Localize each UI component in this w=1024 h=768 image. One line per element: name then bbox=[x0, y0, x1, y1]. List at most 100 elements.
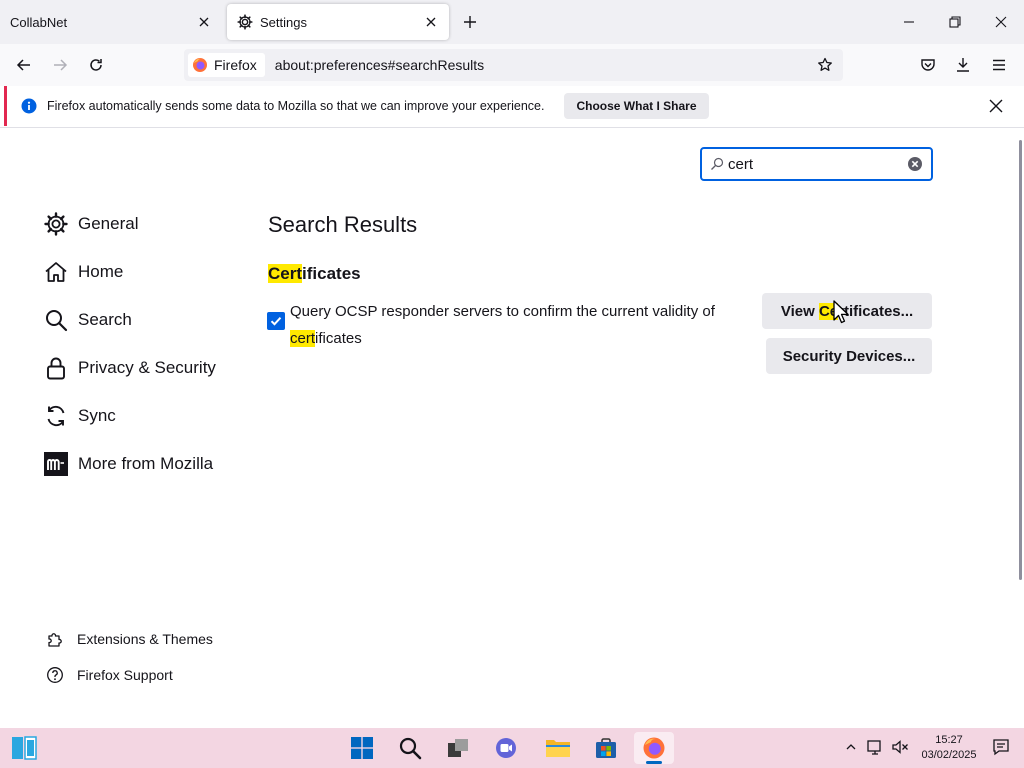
category-label: Privacy & Security bbox=[78, 358, 216, 377]
widgets-button[interactable] bbox=[4, 732, 44, 764]
clock-time: 15:27 bbox=[935, 734, 963, 746]
tab-collabnet[interactable]: CollabNet bbox=[0, 0, 222, 44]
mozilla-icon bbox=[44, 452, 68, 476]
file-explorer-button[interactable] bbox=[538, 732, 578, 764]
gear-icon bbox=[237, 14, 253, 30]
clock[interactable]: 15:27 03/02/2025 bbox=[914, 733, 984, 763]
widgets-icon bbox=[12, 736, 37, 760]
url-bar[interactable]: Firefox about:preferences#searchResults bbox=[184, 49, 843, 81]
speaker-muted-icon bbox=[892, 740, 908, 754]
close-notification-icon[interactable] bbox=[984, 94, 1008, 118]
info-icon bbox=[21, 98, 37, 114]
tab-title: Settings bbox=[260, 14, 307, 30]
download-icon bbox=[957, 58, 969, 72]
notification-bar: Firefox automatically sends some data to… bbox=[4, 86, 1020, 126]
taskbar: 15:27 03/02/2025 bbox=[0, 728, 1024, 768]
restore-button[interactable] bbox=[932, 0, 978, 44]
search-icon bbox=[710, 157, 724, 171]
mouse-pointer-icon bbox=[833, 300, 849, 324]
ocsp-checkbox[interactable] bbox=[267, 312, 285, 330]
chevron-up-icon bbox=[846, 744, 856, 750]
scrollbar[interactable] bbox=[1019, 140, 1022, 580]
task-view-button[interactable] bbox=[438, 732, 478, 764]
url-text[interactable]: about:preferences#searchResults bbox=[275, 57, 811, 73]
category-privacy-security[interactable]: Privacy & Security bbox=[44, 356, 216, 380]
search-value[interactable]: cert bbox=[728, 156, 907, 173]
category-search[interactable]: Search bbox=[44, 308, 132, 332]
close-window-button[interactable] bbox=[978, 0, 1024, 44]
category-label: Sync bbox=[78, 406, 116, 425]
close-tab-icon[interactable] bbox=[419, 10, 443, 34]
notifications-button[interactable] bbox=[990, 736, 1012, 758]
help-icon bbox=[46, 666, 64, 684]
restore-icon bbox=[949, 16, 961, 28]
windows-logo-icon bbox=[351, 737, 373, 759]
security-devices-button[interactable]: Security Devices... bbox=[766, 338, 932, 374]
minimize-button[interactable] bbox=[886, 0, 932, 44]
downloads-button[interactable] bbox=[948, 50, 978, 80]
volume-button[interactable] bbox=[889, 736, 911, 758]
identity-label: Firefox bbox=[214, 57, 257, 73]
forward-arrow-icon bbox=[54, 59, 68, 71]
back-button[interactable] bbox=[9, 50, 39, 80]
notification-center-icon bbox=[993, 739, 1009, 756]
close-icon bbox=[995, 16, 1007, 28]
teams-chat-button[interactable] bbox=[486, 732, 526, 764]
category-sync[interactable]: Sync bbox=[44, 404, 116, 428]
taskbar-search-button[interactable] bbox=[390, 732, 430, 764]
certificates-section-heading: Certificates bbox=[268, 264, 361, 284]
microsoft-store-button[interactable] bbox=[586, 732, 626, 764]
search-icon bbox=[44, 308, 68, 332]
search-highlight: cert bbox=[290, 330, 316, 347]
identity-box[interactable]: Firefox bbox=[188, 53, 265, 77]
footer-link-label: Extensions & Themes bbox=[77, 631, 213, 647]
search-icon bbox=[399, 737, 422, 760]
menu-button[interactable] bbox=[984, 50, 1014, 80]
preferences-page: cert General Home Search Privacy & Secur… bbox=[0, 128, 1024, 728]
gear-icon bbox=[44, 212, 68, 236]
tab-strip: CollabNet Settings bbox=[0, 0, 1024, 44]
clear-search-icon[interactable] bbox=[907, 156, 923, 172]
firefox-support-link[interactable]: Firefox Support bbox=[46, 666, 173, 684]
pocket-icon bbox=[921, 59, 935, 71]
pocket-button[interactable] bbox=[913, 50, 943, 80]
category-general[interactable]: General bbox=[44, 212, 138, 236]
search-highlight: Cert bbox=[268, 264, 303, 283]
task-view-icon bbox=[448, 739, 468, 757]
bookmark-star-icon[interactable] bbox=[811, 51, 839, 79]
start-button[interactable] bbox=[342, 732, 382, 764]
tab-settings[interactable]: Settings bbox=[227, 4, 449, 40]
chat-icon bbox=[496, 738, 516, 758]
store-icon bbox=[596, 738, 616, 758]
active-indicator bbox=[646, 761, 662, 764]
category-more-from-mozilla[interactable]: More from Mozilla bbox=[44, 452, 213, 476]
choose-what-i-share-button[interactable]: Choose What I Share bbox=[564, 93, 709, 119]
network-icon bbox=[867, 740, 881, 755]
firefox-taskbar-button[interactable] bbox=[634, 732, 674, 764]
close-tab-icon[interactable] bbox=[192, 10, 216, 34]
new-tab-button[interactable] bbox=[458, 10, 482, 34]
show-hidden-icons-button[interactable] bbox=[840, 736, 862, 758]
folder-icon bbox=[546, 740, 570, 757]
ocsp-setting: Query OCSP responder servers to confirm … bbox=[267, 298, 727, 352]
extensions-themes-link[interactable]: Extensions & Themes bbox=[46, 630, 213, 648]
reload-button[interactable] bbox=[81, 50, 111, 80]
checkmark-icon bbox=[270, 317, 282, 326]
label-text: ificates bbox=[315, 330, 362, 347]
clock-date: 03/02/2025 bbox=[921, 749, 977, 761]
back-arrow-icon bbox=[16, 59, 30, 71]
hamburger-menu-icon bbox=[993, 59, 1005, 71]
home-icon bbox=[44, 260, 68, 284]
settings-search-input[interactable]: cert bbox=[700, 147, 933, 181]
category-home[interactable]: Home bbox=[44, 260, 123, 284]
category-label: More from Mozilla bbox=[78, 454, 214, 473]
firefox-logo-icon bbox=[192, 57, 208, 73]
lock-icon bbox=[44, 356, 68, 380]
forward-button[interactable] bbox=[45, 50, 75, 80]
sync-icon bbox=[44, 404, 68, 428]
network-button[interactable] bbox=[864, 736, 886, 758]
plus-icon bbox=[464, 16, 476, 28]
search-results-heading: Search Results bbox=[268, 212, 418, 237]
reload-icon bbox=[90, 59, 102, 71]
ocsp-checkbox-label[interactable]: Query OCSP responder servers to confirm … bbox=[290, 298, 727, 352]
